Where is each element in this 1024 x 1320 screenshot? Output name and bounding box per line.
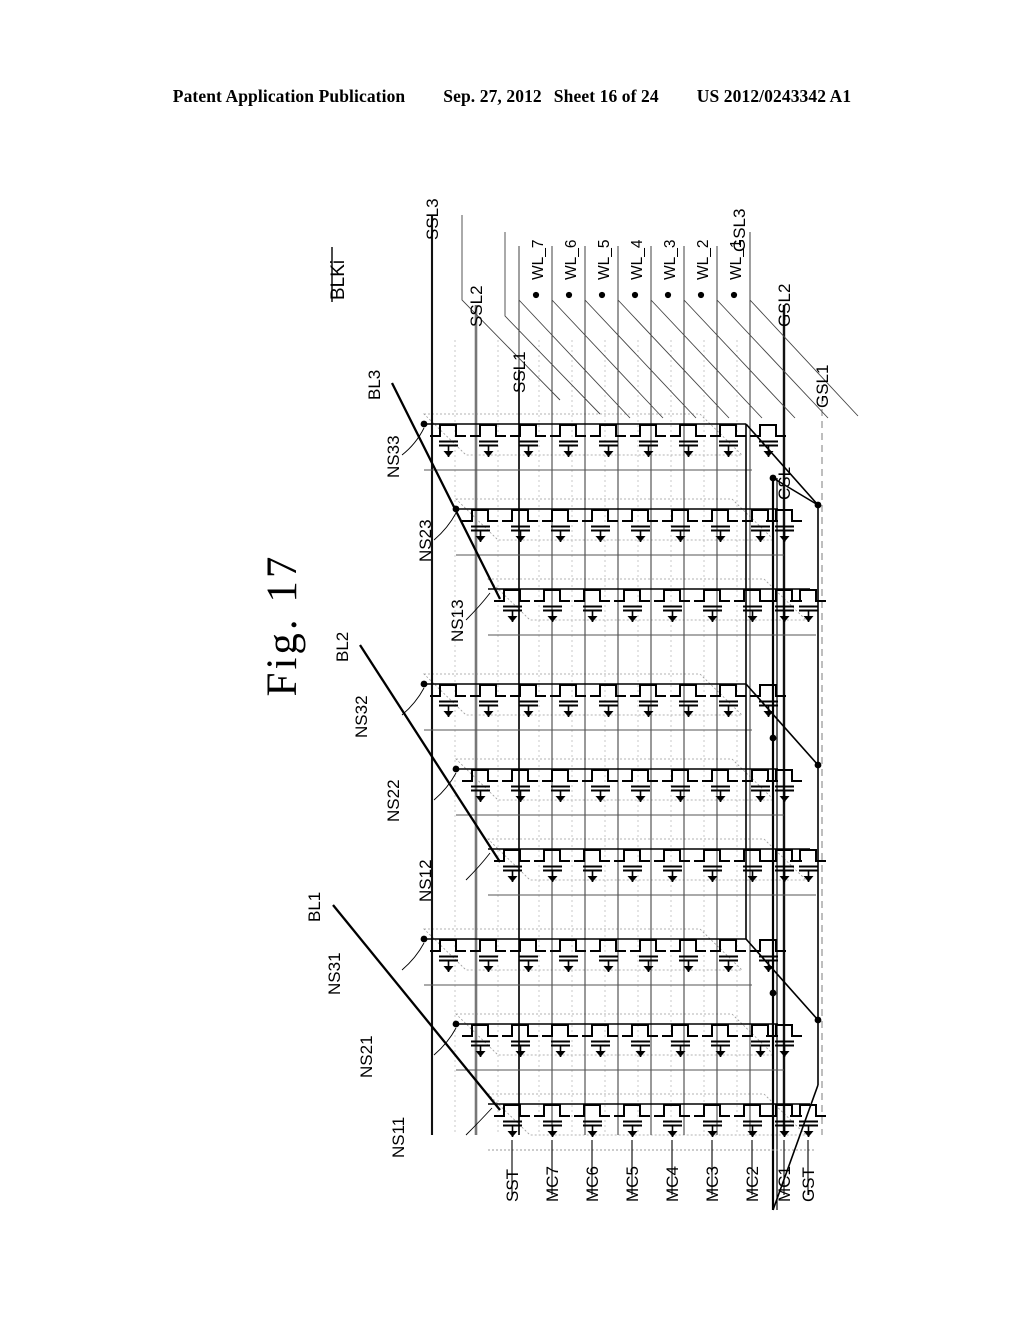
bl3-line[interactable]: [390, 382, 502, 600]
csl-frame: [745, 423, 819, 1211]
label-mc1: MC1: [775, 1166, 794, 1202]
label-ns23: NS23: [416, 519, 435, 562]
label-gsl3: GSL3: [730, 209, 749, 252]
blki-schematic-svg: BLKi SSL3 SSL2 SSL1 WL_7 WL_6 WL_5 WL_4 …: [305, 198, 859, 1211]
label-mc3: MC3: [703, 1166, 722, 1202]
label-ns11: NS11: [389, 1117, 408, 1158]
bitline-junction-dots: [420, 420, 460, 1028]
label-ns32: NS32: [352, 695, 371, 738]
label-wl7: WL_7: [530, 240, 547, 281]
label-bl2: BL2: [333, 632, 352, 662]
label-mc2: MC2: [743, 1166, 762, 1202]
label-ns12: NS12: [416, 859, 435, 902]
block-label-group: BLKi: [328, 247, 349, 302]
label-mc4: MC4: [663, 1166, 682, 1202]
label-wl4: WL_4: [629, 239, 646, 280]
block-label: BLKi: [328, 260, 349, 300]
label-ssl3: SSL3: [423, 198, 442, 240]
label-ssl1: SSL1: [510, 351, 529, 393]
label-gsl1: GSL1: [813, 365, 832, 408]
wordline-junction-dots: [532, 291, 738, 299]
label-gsl2: GSL2: [775, 284, 794, 327]
label-wl3: WL_3: [662, 240, 679, 281]
label-mc6: MC6: [583, 1166, 602, 1202]
label-mc5: MC5: [623, 1166, 642, 1202]
bl2-line[interactable]: [359, 644, 501, 863]
label-bl3: BL3: [365, 370, 384, 400]
label-wl2: WL_2: [695, 240, 712, 281]
figure-drawing: BLKi SSL3 SSL2 SSL1 WL_7 WL_6 WL_5 WL_4 …: [0, 0, 1024, 1320]
label-ns13: NS13: [448, 599, 467, 642]
label-ns22: NS22: [384, 779, 403, 822]
label-gst: GST: [799, 1167, 818, 1202]
label-ns31: NS31: [325, 952, 344, 995]
label-wl6: WL_6: [563, 240, 580, 281]
label-bl1: BL1: [305, 892, 324, 922]
label-ns21: NS21: [357, 1035, 376, 1078]
plate-outlines: [423, 413, 807, 1136]
label-csl: CSL: [775, 467, 794, 500]
label-sst: SST: [503, 1169, 522, 1202]
label-mc7: MC7: [543, 1166, 562, 1202]
label-wl5: WL_5: [596, 240, 613, 281]
label-ssl2: SSL2: [467, 285, 486, 327]
label-ns33: NS33: [384, 435, 403, 478]
